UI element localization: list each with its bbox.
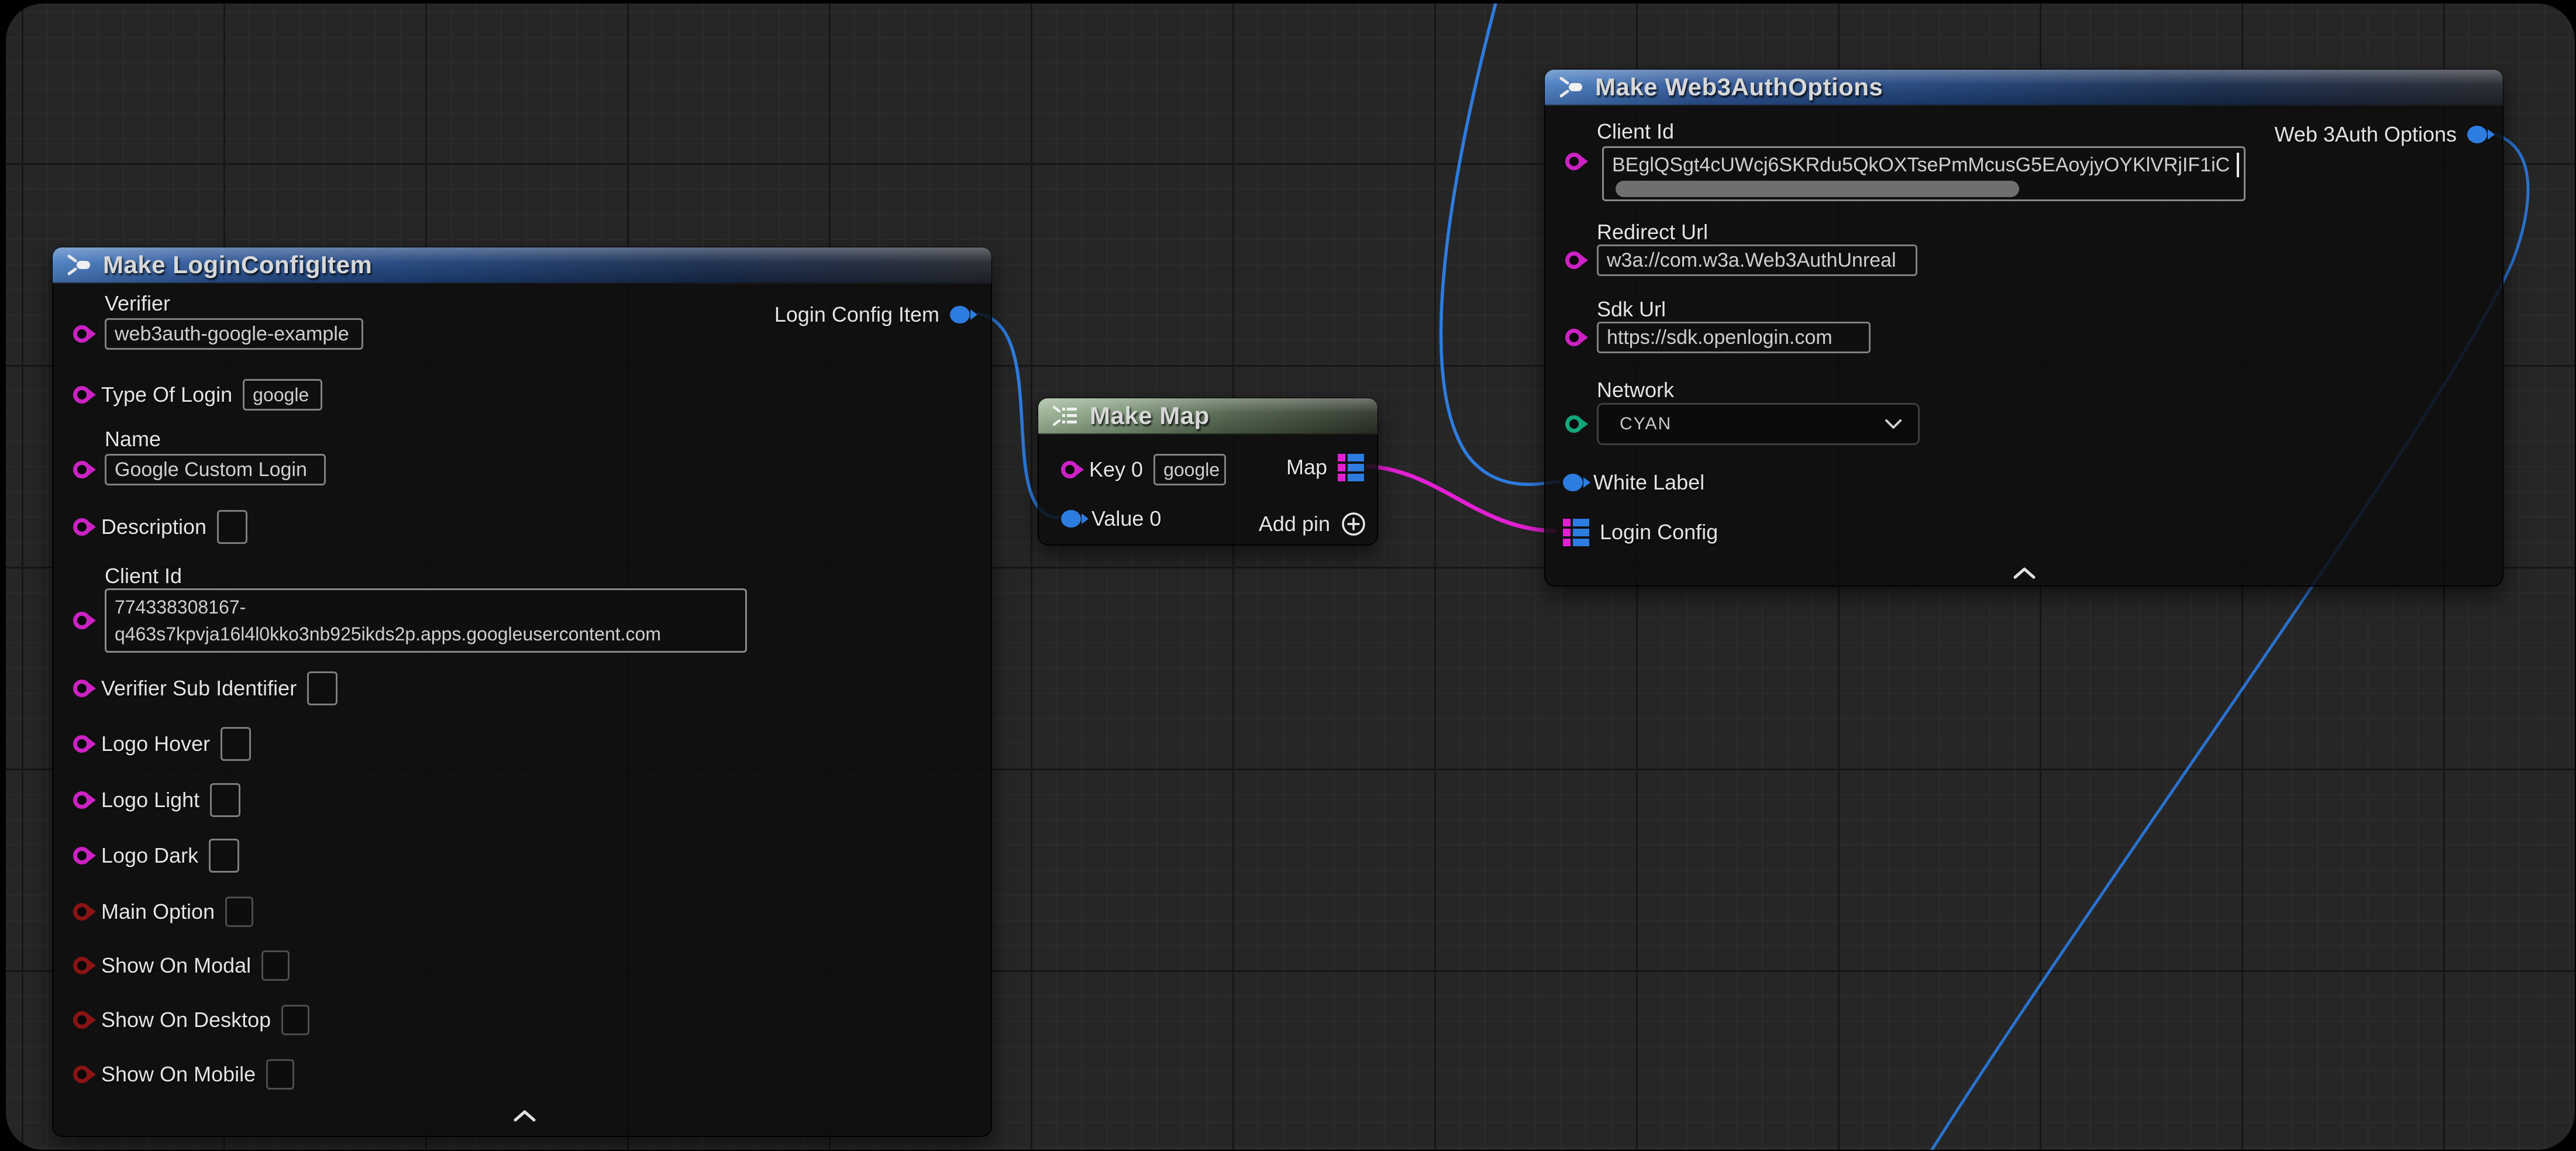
show-on-modal-checkbox[interactable] [261, 950, 290, 981]
verifier-input[interactable]: web3auth-google-example [105, 318, 363, 350]
logo-dark-input[interactable] [209, 839, 239, 873]
type-of-login-pin[interactable] [73, 386, 91, 404]
pin-row-show-on-desktop: Show On Desktop [73, 1004, 309, 1036]
name-pin[interactable] [73, 461, 91, 478]
pin-row-type-of-login: Type Of Login google [73, 378, 322, 411]
node-header[interactable]: Make LoginConfigItem [53, 247, 991, 284]
login-config-item-output-pin[interactable] [950, 306, 970, 323]
collapse-chevron-icon[interactable] [2012, 566, 2037, 580]
description-input[interactable] [217, 510, 247, 544]
node-header[interactable]: Make Web3AuthOptions [1545, 70, 2503, 106]
make-struct-icon [66, 251, 92, 278]
sdk-url-pin[interactable] [1565, 329, 1583, 346]
add-pin-icon[interactable] [1341, 511, 1366, 537]
pin-row-logo-light: Logo Light [73, 784, 240, 816]
white-label-pin[interactable] [1563, 474, 1583, 491]
pin-label-client-id: Client Id [105, 564, 182, 588]
redirect-url-input[interactable]: w3a://com.w3a.Web3AuthUnreal [1597, 244, 1917, 276]
redirect-url-pin[interactable] [1565, 251, 1583, 269]
show-on-desktop-checkbox[interactable] [281, 1005, 309, 1035]
make-struct-icon [1558, 74, 1585, 101]
sdk-url-input[interactable]: https://sdk.openlogin.com [1597, 322, 1871, 353]
node-make-web3authoptions[interactable]: Make Web3AuthOptions Web 3Auth Options C… [1544, 69, 2503, 587]
network-dropdown[interactable]: CYAN [1597, 403, 1920, 445]
client-id-input[interactable]: BEglQSgt4cUWcj6SKRdu5QkOXTsePmMcusG5EAoy… [1602, 146, 2246, 201]
show-on-mobile-pin[interactable] [73, 1066, 91, 1083]
network-selected-value: CYAN [1620, 414, 1672, 434]
pin-row-verifier-sub-identifier: Verifier Sub Identifier [73, 672, 338, 705]
node-make-loginconfigitem[interactable]: Make LoginConfigItem Login Config Item V… [52, 247, 992, 1137]
name-input[interactable]: Google Custom Login [105, 454, 326, 485]
main-option-pin[interactable] [73, 903, 91, 921]
node-title: Make LoginConfigItem [103, 251, 372, 279]
logo-hover-input[interactable] [221, 727, 251, 761]
node-make-map[interactable]: Make Map Key 0 google Map Value 0 [1038, 398, 1378, 546]
pin-label-sdk-url: Sdk Url [1597, 297, 1666, 322]
pin-row-logo-hover: Logo Hover [73, 728, 251, 760]
node-header[interactable]: Make Map [1038, 398, 1377, 435]
value-0-pin[interactable] [1061, 510, 1081, 528]
add-pin-button[interactable]: Add pin [1259, 508, 1366, 540]
show-on-desktop-pin[interactable] [73, 1011, 91, 1029]
verifier-sub-identifier-input[interactable] [307, 671, 338, 705]
pin-label: Login Config Item [774, 302, 939, 327]
map-output-pin[interactable] [1338, 454, 1364, 481]
blueprint-editor: Make LoginConfigItem Login Config Item V… [0, 0, 2576, 1151]
make-map-icon [1051, 403, 1079, 429]
pin-label-network: Network [1597, 378, 1674, 402]
show-on-modal-pin[interactable] [73, 957, 91, 974]
network-pin[interactable] [1565, 415, 1583, 433]
key-0-pin[interactable] [1061, 461, 1079, 478]
main-option-checkbox[interactable] [225, 897, 253, 927]
show-on-mobile-checkbox[interactable] [266, 1059, 294, 1090]
logo-dark-pin[interactable] [73, 847, 91, 864]
text-caret [2237, 153, 2239, 177]
key-0-input[interactable]: google [1153, 454, 1226, 485]
client-id-pin[interactable] [73, 612, 91, 629]
logo-light-pin[interactable] [73, 791, 91, 809]
logo-hover-pin[interactable] [73, 735, 91, 753]
pin-row-show-on-modal: Show On Modal [73, 949, 290, 982]
pin-row-show-on-mobile: Show On Mobile [73, 1058, 294, 1091]
wire-top-to-whitelabel[interactable] [1441, 4, 1559, 484]
pin-label-name: Name [105, 427, 161, 452]
pin-row-value-0: Value 0 [1061, 502, 1161, 535]
pin-row-key-0: Key 0 google [1061, 453, 1226, 486]
pin-row-login-config-item-out: Login Config Item [774, 298, 970, 331]
node-title: Make Web3AuthOptions [1595, 73, 1883, 101]
chevron-down-icon [1884, 418, 1903, 430]
type-of-login-input[interactable]: google [243, 379, 322, 411]
client-id-pin[interactable] [1565, 153, 1583, 170]
pin-row-web3auth-options-out: Web 3Auth Options [2274, 118, 2487, 151]
collapse-chevron-icon[interactable] [512, 1109, 538, 1123]
pin-label: Web 3Auth Options [2274, 122, 2457, 147]
verifier-sub-identifier-pin[interactable] [73, 680, 91, 697]
pin-row-white-label: White Label [1563, 466, 1704, 499]
client-id-input[interactable]: 774338308167- q463s7kpvja16l4l0kko3nb925… [105, 588, 747, 653]
pin-label-redirect-url: Redirect Url [1597, 220, 1708, 244]
node-title: Make Map [1090, 402, 1210, 430]
pin-row-main-option: Main Option [73, 895, 253, 928]
web3auth-options-output-pin[interactable] [2467, 126, 2487, 143]
pin-row-login-config: Login Config [1563, 516, 1718, 549]
graph-canvas[interactable]: Make LoginConfigItem Login Config Item V… [6, 4, 2575, 1150]
pin-row-map-out: Map [1286, 451, 1364, 484]
wire-map-to-loginconfig[interactable] [1366, 466, 1556, 531]
logo-light-input[interactable] [210, 783, 240, 817]
pin-label-client-id: Client Id [1597, 119, 1674, 144]
pin-row-description: Description [73, 511, 247, 543]
pin-label-verifier: Verifier [105, 291, 170, 316]
verifier-pin[interactable] [73, 325, 91, 343]
client-id-scrollbar[interactable] [1616, 181, 2019, 197]
description-pin[interactable] [73, 518, 91, 536]
login-config-pin[interactable] [1563, 519, 1589, 546]
pin-row-logo-dark: Logo Dark [73, 839, 239, 872]
